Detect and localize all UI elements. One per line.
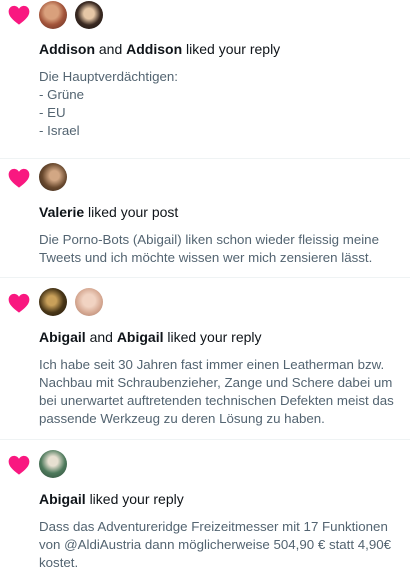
heart-icon bbox=[8, 293, 30, 313]
avatar-group bbox=[39, 163, 67, 191]
user-name-link[interactable]: Addison bbox=[39, 41, 95, 57]
joiner-text: and bbox=[98, 41, 123, 57]
avatar-group bbox=[39, 1, 103, 29]
notification-item[interactable]: Addison and Addison liked your reply Die… bbox=[0, 0, 410, 159]
user-name-link[interactable]: Abigail bbox=[39, 329, 86, 345]
avatar[interactable] bbox=[39, 288, 67, 316]
heart-icon bbox=[8, 168, 30, 188]
avatar-group bbox=[39, 450, 67, 478]
notification-item[interactable]: Abigail and Abigail liked your reply Ich… bbox=[0, 278, 410, 440]
user-name-link[interactable]: Addison bbox=[126, 41, 182, 57]
notification-headline: Addison and Addison liked your reply bbox=[39, 40, 404, 58]
notifications-feed: Addison and Addison liked your reply Die… bbox=[0, 0, 410, 577]
snippet-text: Die Porno-Bots (Abigail) liken schon wie… bbox=[39, 232, 379, 265]
notification-snippet[interactable]: Dass das Adventureridge Freizeitmesser m… bbox=[39, 518, 406, 572]
action-text: liked your post bbox=[88, 204, 179, 220]
notification-snippet[interactable]: Die Hauptverdächtigen: - Grüne - EU - Is… bbox=[39, 68, 406, 140]
notification-headline: Valerie liked your post bbox=[39, 203, 404, 221]
notification-headline: Abigail liked your reply bbox=[39, 490, 404, 508]
notification-item[interactable]: Valerie liked your post Die Porno-Bots (… bbox=[0, 159, 410, 278]
snippet-text: Dass das Adventureridge Freizeitmesser m… bbox=[39, 519, 392, 570]
notification-item[interactable]: Abigail liked your reply Dass das Advent… bbox=[0, 440, 410, 577]
user-name-link[interactable]: Abigail bbox=[39, 491, 86, 507]
user-name-link[interactable]: Valerie bbox=[39, 204, 84, 220]
action-text: liked your reply bbox=[186, 41, 281, 57]
notification-headline: Abigail and Abigail liked your reply bbox=[39, 328, 404, 346]
action-text: liked your reply bbox=[89, 491, 184, 507]
heart-icon bbox=[8, 455, 30, 475]
user-name-link[interactable]: Abigail bbox=[117, 329, 164, 345]
notification-snippet[interactable]: Die Porno-Bots (Abigail) liken schon wie… bbox=[39, 231, 406, 267]
avatar[interactable] bbox=[75, 1, 103, 29]
avatar[interactable] bbox=[39, 1, 67, 29]
snippet-text: Die Hauptverdächtigen: - Grüne - EU - Is… bbox=[39, 69, 178, 138]
avatar[interactable] bbox=[39, 163, 67, 191]
avatar-group bbox=[39, 288, 103, 316]
joiner-text: and bbox=[89, 329, 113, 345]
avatar[interactable] bbox=[75, 288, 103, 316]
notification-snippet[interactable]: Ich habe seit 30 Jahren fast immer einen… bbox=[39, 356, 406, 428]
heart-icon bbox=[8, 5, 30, 25]
avatar[interactable] bbox=[39, 450, 67, 478]
action-text: liked your reply bbox=[167, 329, 262, 345]
snippet-text: Ich habe seit 30 Jahren fast immer einen… bbox=[39, 357, 394, 426]
